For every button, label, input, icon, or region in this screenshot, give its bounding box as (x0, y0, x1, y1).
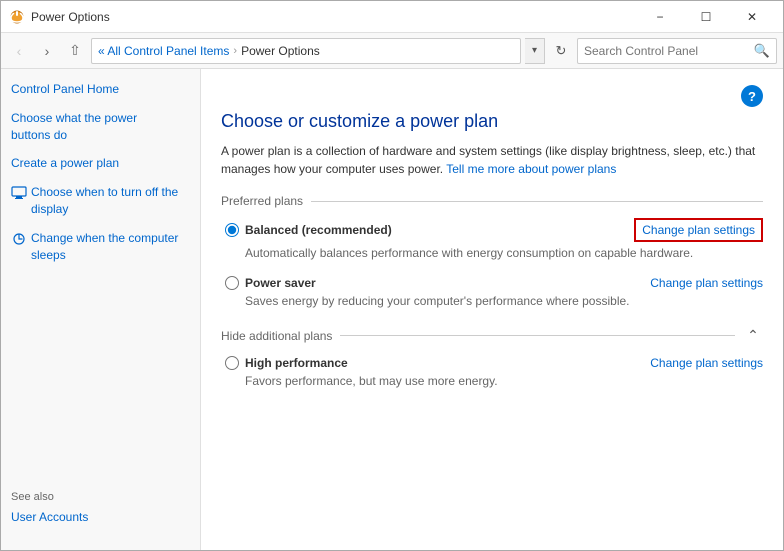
learn-more-link[interactable]: Tell me more about power plans (446, 162, 616, 176)
plan-high-performance-header: High performance Change plan settings (225, 356, 763, 370)
address-field[interactable]: « All Control Panel Items › Power Option… (91, 38, 521, 64)
preferred-plans-label: Preferred plans (221, 194, 303, 208)
plan-row-power-saver: Power saver Change plan settings Saves e… (221, 276, 763, 310)
close-button[interactable]: ✕ (729, 1, 775, 33)
window-controls: − ☐ ✕ (637, 1, 775, 33)
back-button[interactable]: ‹ (7, 39, 31, 63)
plan-power-saver-header: Power saver Change plan settings (225, 276, 763, 290)
plan-row-high-performance: High performance Change plan settings Fa… (221, 356, 763, 390)
page-title: Choose or customize a power plan (221, 111, 763, 132)
collapse-additional-plans-button[interactable]: ⌃ (743, 326, 763, 346)
search-input[interactable] (578, 44, 748, 58)
change-plan-balanced-link[interactable]: Change plan settings (634, 218, 763, 242)
sidebar-control-panel-home[interactable]: Control Panel Home (11, 81, 190, 98)
search-box[interactable]: 🔍 (577, 38, 777, 64)
plan-balanced-label[interactable]: Balanced (recommended) (225, 223, 392, 237)
plan-power-saver-name: Power saver (245, 276, 316, 290)
sidebar-user-accounts[interactable]: User Accounts (11, 509, 190, 526)
hide-plans-label: Hide additional plans (221, 329, 332, 343)
main-panel: ? Choose or customize a power plan A pow… (201, 69, 783, 550)
window: Power Options − ☐ ✕ ‹ › ⇧ « All Control … (0, 0, 784, 551)
title-bar: Power Options − ☐ ✕ (1, 1, 783, 33)
display-icon (11, 185, 27, 201)
plan-balanced-header: Balanced (recommended) Change plan setti… (225, 218, 763, 242)
change-plan-high-performance-link[interactable]: Change plan settings (650, 356, 763, 370)
plan-power-saver-desc: Saves energy by reducing your computer's… (225, 293, 763, 310)
plan-high-performance-name: High performance (245, 356, 348, 370)
content-area: Control Panel Home Choose what the power… (1, 69, 783, 550)
sidebar-display-off[interactable]: Choose when to turn off the display (31, 184, 190, 218)
refresh-button[interactable]: ↻ (549, 39, 573, 63)
plan-row-balanced: Balanced (recommended) Change plan setti… (221, 218, 763, 262)
sidebar-sleep-container: Change when the computer sleeps (11, 230, 190, 264)
breadcrumb-separator: › (233, 45, 237, 57)
plan-power-saver-radio[interactable] (225, 276, 239, 290)
plan-high-performance-desc: Favors performance, but may use more ene… (225, 373, 763, 390)
additional-plans-header: Hide additional plans ⌃ (221, 326, 763, 346)
plan-high-performance-label[interactable]: High performance (225, 356, 348, 370)
power-options-icon (9, 9, 25, 25)
address-bar: ‹ › ⇧ « All Control Panel Items › Power … (1, 33, 783, 69)
sidebar-computer-sleep[interactable]: Change when the computer sleeps (31, 230, 190, 264)
breadcrumb: « All Control Panel Items › Power Option… (98, 44, 514, 58)
up-button[interactable]: ⇧ (63, 39, 87, 63)
plan-balanced-radio[interactable] (225, 223, 239, 237)
help-button[interactable]: ? (741, 85, 763, 107)
plan-high-performance-radio[interactable] (225, 356, 239, 370)
address-dropdown[interactable]: ▾ (525, 38, 545, 64)
additional-plans-line (340, 335, 735, 336)
see-also-label: See also (11, 491, 190, 503)
minimize-button[interactable]: − (637, 1, 683, 33)
sidebar-display-off-container: Choose when to turn off the display (11, 184, 190, 218)
breadcrumb-current: Power Options (241, 44, 320, 58)
preferred-plans-header: Preferred plans (221, 194, 763, 208)
additional-plans-section: Hide additional plans ⌃ High performance… (221, 326, 763, 390)
plan-power-saver-label[interactable]: Power saver (225, 276, 316, 290)
page-description: A power plan is a collection of hardware… (221, 142, 763, 178)
plan-balanced-desc: Automatically balances performance with … (225, 245, 763, 262)
forward-button[interactable]: › (35, 39, 59, 63)
preferred-plans-section: Preferred plans Balanced (recommended) C… (221, 194, 763, 310)
breadcrumb-all-items[interactable]: « All Control Panel Items (98, 44, 229, 58)
sidebar-create-plan[interactable]: Create a power plan (11, 155, 190, 172)
sleep-icon (11, 231, 27, 247)
window-title: Power Options (31, 10, 637, 24)
preferred-plans-line (311, 201, 763, 202)
sidebar: Control Panel Home Choose what the power… (1, 69, 201, 550)
restore-button[interactable]: ☐ (683, 1, 729, 33)
change-plan-power-saver-link[interactable]: Change plan settings (650, 276, 763, 290)
see-also: See also User Accounts (11, 481, 190, 538)
plan-balanced-name: Balanced (recommended) (245, 223, 392, 237)
sidebar-power-buttons[interactable]: Choose what the powerbuttons do (11, 110, 190, 144)
search-button[interactable]: 🔍 (748, 38, 776, 64)
